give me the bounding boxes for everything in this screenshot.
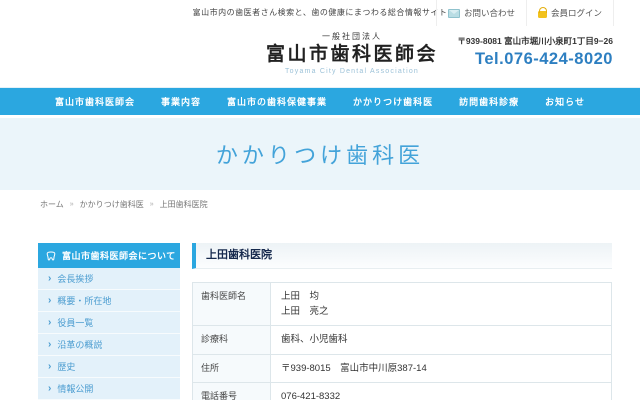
breadcrumb-current: 上田歯科医院 [160, 199, 208, 210]
breadcrumb-separator: » [70, 201, 74, 208]
contact-button[interactable]: お問い合わせ [436, 0, 526, 26]
clinic-title: 上田歯科医院 [192, 243, 612, 269]
sidebar-item-disclosure[interactable]: › 情報公開 [38, 378, 180, 400]
row-label-department: 診療科 [193, 326, 271, 354]
nav-item-family-dentist[interactable]: かかりつけ歯科医 [353, 95, 433, 108]
chevron-right-icon: › [48, 295, 51, 306]
breadcrumb-separator: » [150, 201, 154, 208]
sidebar-item-label: 歴史 [57, 360, 75, 373]
global-nav: 富山市歯科医師会 事業内容 富山市の歯科保健事業 かかりつけ歯科医 訪問歯科診療… [0, 88, 640, 115]
sidebar-item-label: 概要・所在地 [57, 294, 111, 307]
mail-icon [448, 9, 460, 18]
nav-item-business[interactable]: 事業内容 [161, 95, 201, 108]
topbar-actions: お問い合わせ 会員ログイン [436, 0, 614, 26]
chevron-right-icon: › [48, 339, 51, 350]
table-row: 歯科医師名 上田 均 上田 亮之 [193, 283, 612, 326]
org-type-label: 一般社団法人 [212, 31, 492, 42]
table-row: 電話番号 076-421-8332 [193, 382, 612, 400]
sidebar-item-label: 情報公開 [57, 382, 93, 395]
member-login-label: 会員ログイン [551, 7, 602, 19]
nav-item-dental-health[interactable]: 富山市の歯科保健事業 [227, 95, 327, 108]
main-panel: 上田歯科医院 歯科医師名 上田 均 上田 亮之 診療科 歯科、小児歯科 住所 〒… [192, 243, 612, 400]
tooth-icon [45, 250, 57, 262]
chevron-right-icon: › [48, 317, 51, 328]
chevron-right-icon: › [48, 361, 51, 372]
row-label-dentist-name: 歯科医師名 [193, 283, 271, 326]
site-header: 一般社団法人 富山市歯科医師会 Toyama City Dental Assoc… [0, 26, 640, 88]
table-row: 診療科 歯科、小児歯科 [193, 326, 612, 354]
site-title: 富山市歯科医師会 [212, 42, 492, 68]
breadcrumb: ホーム » かかりつけ歯科医 » 上田歯科医院 [40, 199, 640, 210]
sidebar-item-label: 沿革の概説 [57, 338, 102, 351]
hero-banner: かかりつけ歯科医 [0, 118, 640, 190]
site-logo[interactable]: 一般社団法人 富山市歯科医師会 Toyama City Dental Assoc… [212, 31, 492, 75]
sidebar-item-history-outline[interactable]: › 沿革の概説 [38, 334, 180, 356]
row-value-phone: 076-421-8332 [271, 382, 612, 400]
chevron-right-icon: › [48, 383, 51, 394]
contact-button-label: お問い合わせ [464, 7, 515, 19]
sidebar-item-officers[interactable]: › 役員一覧 [38, 312, 180, 334]
sidebar-header-label: 富山市歯科医師会について [62, 249, 176, 262]
nav-item-association[interactable]: 富山市歯科医師会 [55, 95, 135, 108]
sidebar-item-greeting[interactable]: › 会長挨拶 [38, 268, 180, 290]
sidebar-item-overview-location[interactable]: › 概要・所在地 [38, 290, 180, 312]
top-utility-bar: 富山市内の歯医者さん検索と、歯の健康にまつわる総合情報サイト お問い合わせ 会員… [0, 0, 640, 26]
row-value-department: 歯科、小児歯科 [271, 326, 612, 354]
row-label-address: 住所 [193, 354, 271, 382]
sidebar-item-history[interactable]: › 歴史 [38, 356, 180, 378]
table-row: 住所 〒939-8015 富山市中川原387-14 [193, 354, 612, 382]
lock-icon [538, 11, 547, 18]
breadcrumb-family-dentist[interactable]: かかりつけ歯科医 [80, 199, 144, 210]
sidebar-item-label: 役員一覧 [57, 316, 93, 329]
chevron-right-icon: › [48, 273, 51, 284]
nav-item-home-visit[interactable]: 訪問歯科診療 [459, 95, 519, 108]
row-value-dentist-name: 上田 均 上田 亮之 [271, 283, 612, 326]
row-value-address: 〒939-8015 富山市中川原387-14 [271, 354, 612, 382]
sidebar: 富山市歯科医師会について › 会長挨拶 › 概要・所在地 › 役員一覧 › 沿革… [38, 243, 180, 400]
member-login-button[interactable]: 会員ログイン [526, 0, 614, 26]
header-contact-info: 〒939-8081 富山市堀川小泉町1丁目9−26 Tel.076-424-80… [457, 35, 613, 69]
site-subtitle: Toyama City Dental Association [212, 68, 492, 75]
header-phone: Tel.076-424-8020 [457, 50, 613, 69]
sidebar-item-label: 会長挨拶 [57, 272, 93, 285]
hero-title: かかりつけ歯科医 [216, 138, 424, 170]
nav-item-news[interactable]: お知らせ [545, 95, 585, 108]
sidebar-header-about[interactable]: 富山市歯科医師会について [38, 243, 180, 268]
breadcrumb-home[interactable]: ホーム [40, 199, 64, 210]
header-address: 〒939-8081 富山市堀川小泉町1丁目9−26 [457, 35, 613, 47]
clinic-info-table: 歯科医師名 上田 均 上田 亮之 診療科 歯科、小児歯科 住所 〒939-801… [192, 282, 612, 400]
row-label-phone: 電話番号 [193, 382, 271, 400]
content-area: 富山市歯科医師会について › 会長挨拶 › 概要・所在地 › 役員一覧 › 沿革… [0, 243, 640, 400]
